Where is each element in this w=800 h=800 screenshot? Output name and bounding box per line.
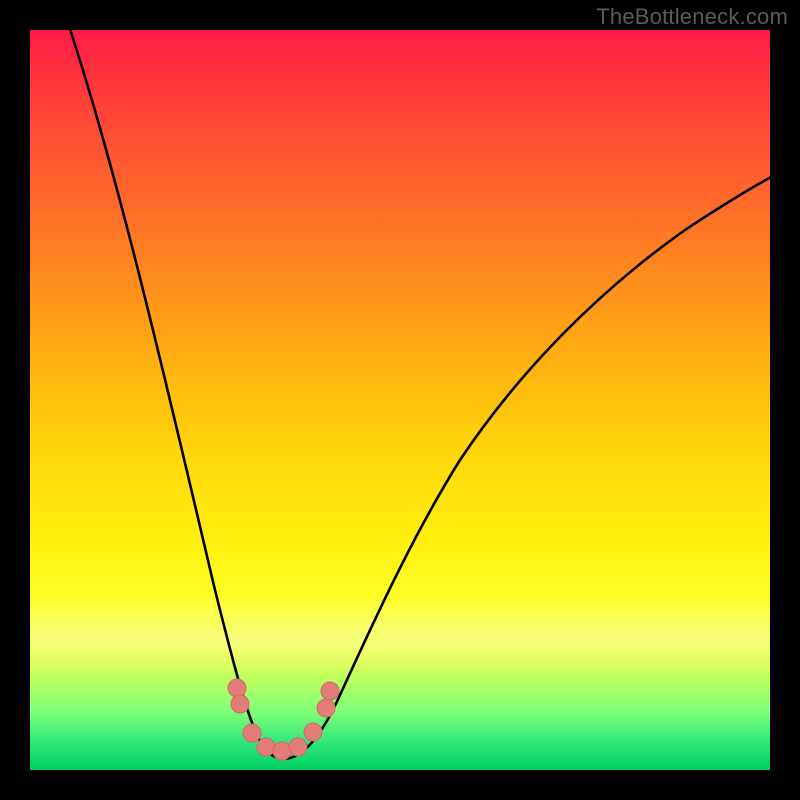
watermark-text: TheBottleneck.com — [596, 4, 788, 30]
bottleneck-curve — [67, 20, 775, 759]
marker-point — [231, 695, 249, 713]
marker-point — [289, 738, 307, 756]
marker-group — [228, 679, 339, 760]
chart-svg — [30, 30, 770, 770]
marker-point — [304, 723, 322, 741]
marker-point — [228, 679, 246, 697]
marker-point — [321, 682, 339, 700]
marker-point — [257, 738, 275, 756]
marker-point — [243, 724, 261, 742]
outer-frame: TheBottleneck.com — [0, 0, 800, 800]
marker-point — [273, 742, 291, 760]
marker-point — [317, 699, 335, 717]
